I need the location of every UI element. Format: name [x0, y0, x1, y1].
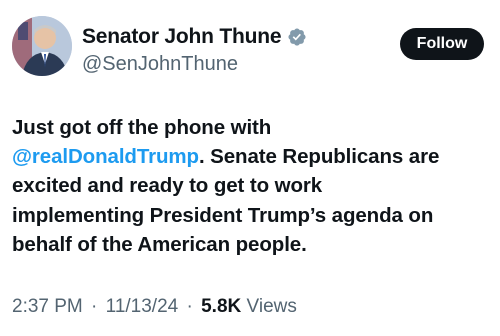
meta-separator: ·	[186, 296, 193, 317]
views-count[interactable]: 5.8K	[201, 296, 241, 317]
tweet-header: Senator John Thune @SenJohnThune Follow	[12, 16, 490, 82]
follow-button[interactable]: Follow	[400, 28, 484, 60]
avatar[interactable]	[12, 16, 72, 76]
author-names: Senator John Thune @SenJohnThune	[82, 24, 307, 76]
tweet-line-5: behalf of the American people.	[12, 232, 307, 256]
display-name[interactable]: Senator John Thune	[82, 25, 282, 49]
mention-link[interactable]: @realDonaldTrump	[12, 145, 199, 168]
tweet-meta: 2:37 PM · 11/13/24 · 5.8K Views	[12, 296, 297, 318]
tweet-line-2: @realDonaldTrump. Senate Republicans are	[12, 142, 492, 171]
tweet-line-2-text: . Senate Republicans are	[198, 145, 440, 169]
meta-separator: ·	[91, 296, 98, 317]
tweet-line-4: implementing President Trump’s agenda on	[12, 203, 434, 227]
tweet-line-3: excited and ready to get to work	[12, 174, 323, 198]
avatar-image	[12, 16, 72, 76]
author-handle[interactable]: @SenJohnThune	[82, 53, 307, 76]
tweet-card: Senator John Thune @SenJohnThune Follow …	[0, 0, 500, 336]
display-name-row: Senator John Thune	[82, 24, 307, 50]
tweet-text: Just got off the phone with @realDonaldT…	[12, 113, 492, 259]
tweet-date[interactable]: 11/13/24	[106, 296, 179, 317]
views-label: Views	[246, 296, 297, 317]
verified-badge-icon[interactable]	[287, 27, 307, 47]
tweet-time[interactable]: 2:37 PM	[12, 296, 83, 317]
tweet-line-1: Just got off the phone with	[12, 116, 272, 139]
